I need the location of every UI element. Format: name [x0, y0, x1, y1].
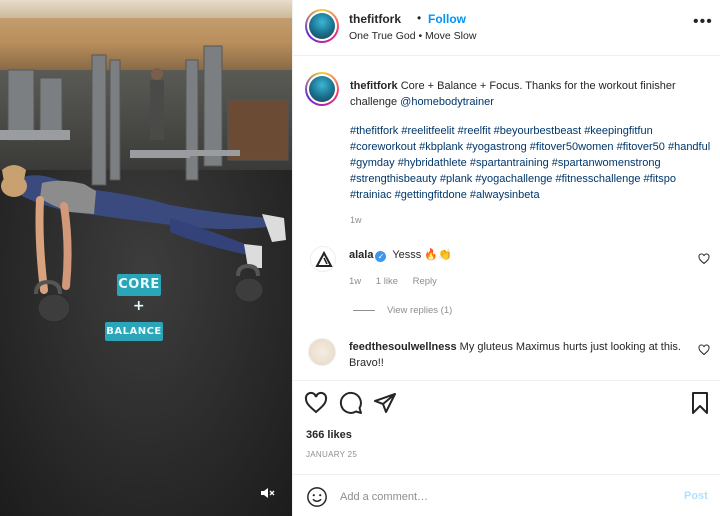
reply-button[interactable]: Reply [413, 276, 437, 287]
comment-username[interactable]: alala [349, 249, 373, 261]
overlay-balance-label: BALANCE [105, 322, 163, 341]
caption-username[interactable]: thefitfork [350, 80, 398, 92]
post-media[interactable]: CORE + BALANCE [0, 0, 292, 516]
like-heart-icon[interactable] [304, 391, 328, 415]
comment-avatar[interactable] [310, 246, 336, 272]
caption-body: Core + Balance + Focus. Thanks for the w… [350, 80, 676, 108]
comment-likes[interactable]: 1 like [376, 276, 398, 287]
follow-button[interactable]: Follow [428, 12, 466, 26]
likes-count[interactable]: 366 likes [306, 429, 352, 441]
add-comment-input[interactable] [340, 488, 670, 506]
caption-mention[interactable]: @homebodytrainer [400, 96, 494, 108]
comment-text: Yesss 🔥👏 [392, 249, 452, 261]
author-avatar[interactable] [305, 9, 339, 43]
comment-avatar[interactable] [308, 338, 336, 366]
comment-bubble-icon[interactable] [339, 391, 363, 415]
caption-hashtags[interactable]: #thefitfork #reelitfeelit #reelfit #beyo… [350, 123, 716, 203]
view-replies-label: View replies (1) [387, 305, 453, 316]
emoji-icon[interactable] [306, 486, 328, 508]
post-comment-button[interactable]: Post [684, 490, 708, 502]
post-header: thefitfork • Follow One True God • Move … [293, 0, 720, 56]
post-date: JANUARY 25 [306, 450, 358, 459]
comment-box-divider [292, 474, 720, 475]
audio-label[interactable]: One True God • Move Slow [349, 30, 476, 42]
verified-badge-icon: ✓ [375, 251, 387, 262]
mute-icon[interactable] [258, 484, 276, 502]
more-options-button[interactable]: ••• [693, 14, 713, 30]
triangle-logo-icon [315, 250, 333, 267]
view-replies-button[interactable]: View replies (1) [353, 305, 452, 316]
caption-time: 1w [350, 215, 362, 225]
workout-scene [0, 45, 289, 323]
like-comment-heart-icon[interactable] [698, 253, 710, 265]
overlay-core-label: CORE [117, 274, 161, 296]
save-bookmark-icon[interactable] [688, 391, 712, 415]
actions-divider [292, 380, 720, 381]
share-paper-plane-icon[interactable] [373, 391, 397, 415]
caption-text: thefitfork Core + Balance + Focus. Thank… [350, 78, 712, 110]
comment-time: 1w [349, 276, 362, 287]
replies-divider [353, 309, 375, 311]
author-username[interactable]: thefitfork [349, 12, 401, 26]
comment-text-row: feedthesoulwellness My gluteus Maximus h… [349, 339, 689, 371]
comment-meta: 1w 1 like Reply [349, 276, 449, 287]
comment-text-row: alala ✓ Yesss 🔥👏 [349, 248, 452, 262]
header-separator: • [417, 11, 422, 25]
comment-username[interactable]: feedthesoulwellness [349, 341, 457, 353]
like-comment-heart-icon[interactable] [698, 344, 710, 356]
caption-avatar[interactable] [305, 72, 339, 106]
athlete [1, 165, 286, 294]
overlay-plus-label: + [132, 298, 146, 314]
